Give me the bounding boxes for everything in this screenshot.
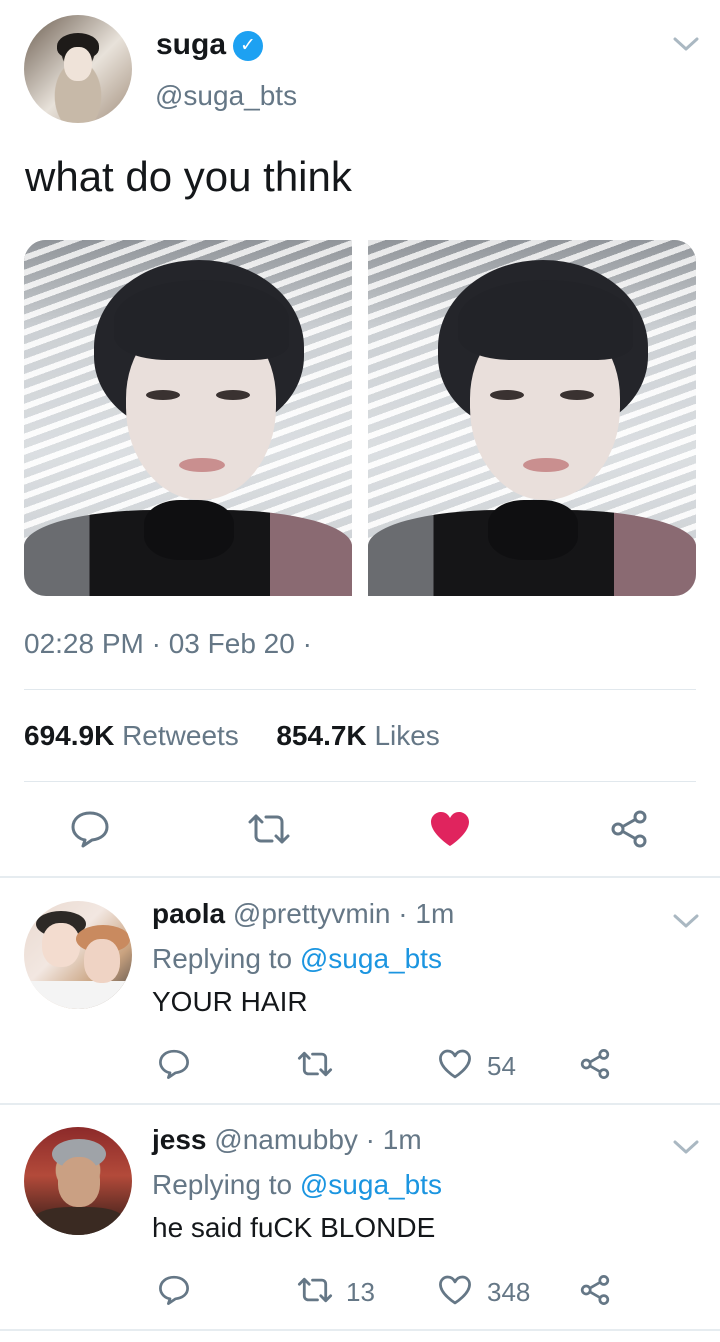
divider bbox=[24, 781, 696, 782]
retweet-icon[interactable] bbox=[246, 812, 292, 846]
reply-header: jess @namubby · 1m bbox=[152, 1124, 422, 1156]
reply-icon[interactable] bbox=[70, 810, 110, 848]
reply-avatar[interactable] bbox=[24, 901, 132, 1009]
share-icon[interactable] bbox=[579, 1048, 611, 1080]
retweet-icon[interactable] bbox=[296, 1050, 334, 1078]
heart-icon-filled[interactable] bbox=[429, 810, 471, 848]
likes-count[interactable]: 854.7K bbox=[276, 720, 366, 751]
reply-display-name[interactable]: paola bbox=[152, 898, 225, 929]
tweet-photo-1[interactable] bbox=[24, 240, 352, 596]
replying-prefix: Replying to bbox=[152, 943, 293, 974]
tweet-text: what do you think bbox=[25, 153, 352, 200]
reply-time: · 1m bbox=[365, 1124, 422, 1155]
reply-time: · 1m bbox=[398, 898, 455, 929]
reply-text: YOUR HAIR bbox=[152, 986, 308, 1017]
retweets-count[interactable]: 694.9K bbox=[24, 720, 114, 751]
like-count[interactable]: 54 bbox=[487, 1051, 516, 1082]
reply-display-name[interactable]: jess bbox=[152, 1124, 207, 1155]
heart-icon[interactable] bbox=[438, 1274, 472, 1306]
reply-handle[interactable]: @prettyvmin bbox=[233, 898, 391, 929]
divider bbox=[0, 1329, 720, 1331]
reply-header: paola @prettyvmin · 1m bbox=[152, 898, 454, 930]
retweet-icon[interactable] bbox=[296, 1276, 334, 1304]
divider bbox=[24, 689, 696, 690]
author-display-name[interactable]: suga bbox=[156, 28, 226, 62]
heart-icon[interactable] bbox=[438, 1048, 472, 1080]
author-avatar[interactable] bbox=[24, 15, 132, 123]
share-icon[interactable] bbox=[609, 810, 649, 848]
tweet-menu-chevron-down-icon[interactable] bbox=[673, 28, 699, 59]
reply-avatar[interactable] bbox=[24, 1127, 132, 1235]
likes-label[interactable]: Likes bbox=[374, 720, 439, 751]
tweet-stats: 694.9K Retweets 854.7K Likes bbox=[24, 720, 440, 752]
retweets-label[interactable]: Retweets bbox=[122, 720, 239, 751]
reply-menu-chevron-down-icon[interactable] bbox=[673, 1131, 699, 1162]
reply-text: he said fuCK BLONDE bbox=[152, 1212, 436, 1243]
replying-to: Replying to @suga_bts bbox=[152, 943, 442, 975]
reply-icon[interactable] bbox=[158, 1048, 190, 1080]
replying-to-link[interactable]: @suga_bts bbox=[300, 943, 442, 974]
replying-to: Replying to @suga_bts bbox=[152, 1169, 442, 1201]
tweet-photo-2[interactable] bbox=[368, 240, 696, 596]
reply-menu-chevron-down-icon[interactable] bbox=[673, 905, 699, 936]
replying-prefix: Replying to bbox=[152, 1169, 293, 1200]
divider bbox=[0, 1103, 720, 1105]
share-icon[interactable] bbox=[579, 1274, 611, 1306]
verified-badge-icon: ✓ bbox=[233, 31, 263, 61]
like-count[interactable]: 348 bbox=[487, 1277, 530, 1308]
replying-to-link[interactable]: @suga_bts bbox=[300, 1169, 442, 1200]
tweet-timestamp: 02:28 PM · 03 Feb 20 · bbox=[24, 628, 312, 659]
author-handle[interactable]: @suga_bts bbox=[155, 80, 297, 112]
reply-handle[interactable]: @namubby bbox=[214, 1124, 358, 1155]
retweet-count[interactable]: 13 bbox=[346, 1277, 375, 1308]
reply-icon[interactable] bbox=[158, 1274, 190, 1306]
divider bbox=[0, 876, 720, 878]
